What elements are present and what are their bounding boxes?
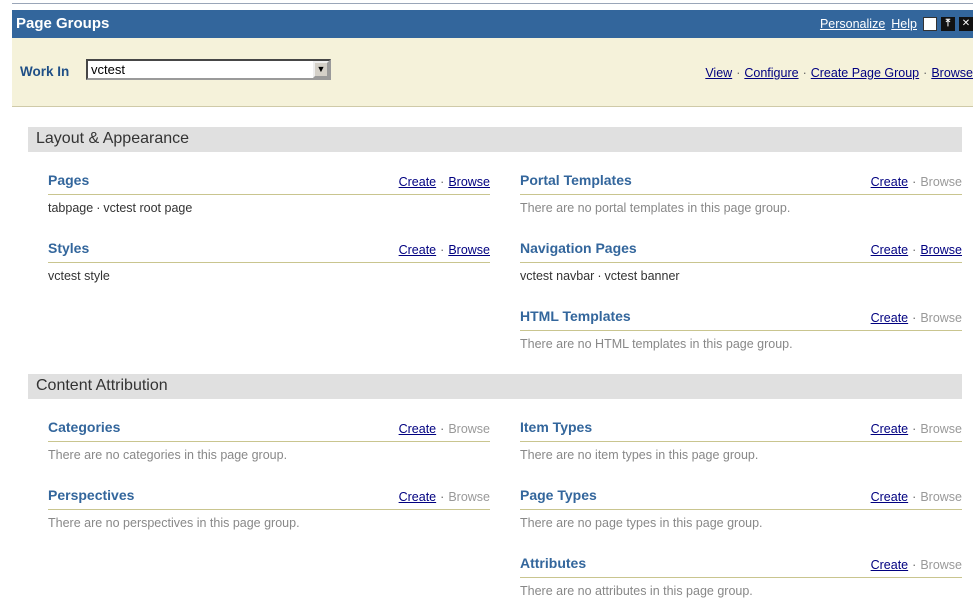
page-item[interactable]: tabpage (48, 201, 93, 215)
portlet-title-bar: Page Groups Personalize Help ⤒ ✕ (12, 10, 973, 38)
group-title: Styles (48, 240, 90, 256)
group-styles: Styles Create · Browse vctest style (48, 240, 490, 283)
section-title: Layout & Appearance (36, 130, 190, 147)
work-in-select-value: vctest (91, 62, 125, 77)
html-templates-create-link[interactable]: Create (871, 311, 909, 325)
configure-link[interactable]: Configure (744, 66, 798, 80)
navigation-pages-browse-link[interactable]: Browse (920, 243, 962, 257)
group-title: Item Types (520, 419, 593, 435)
group-pages: Pages Create · Browse tabpage · vctest root … (48, 172, 490, 215)
group-title: Categories (48, 419, 121, 435)
work-in-select[interactable]: vctest ▼ (86, 59, 331, 80)
title-bar-links: Personalize Help ⤒ ✕ (814, 15, 973, 33)
categories-create-link[interactable]: Create (399, 422, 437, 436)
group-navigation-pages: Navigation Pages Create · Browse vctest na… (520, 240, 962, 283)
group-portal-templates: Portal Templates Create · Browse There are… (520, 172, 962, 215)
portal-templates-create-link[interactable]: Create (871, 175, 909, 189)
page-item[interactable]: vctest root page (103, 201, 192, 215)
group-title: Portal Templates (520, 172, 632, 188)
group-title: HTML Templates (520, 308, 631, 324)
item-types-create-link[interactable]: Create (871, 422, 909, 436)
navigation-pages-create-link[interactable]: Create (871, 243, 909, 257)
group-page-types: Page Types Create · Browse There are no pa… (520, 487, 962, 530)
create-page-group-link[interactable]: Create Page Group (811, 66, 919, 80)
page-types-create-link[interactable]: Create (871, 490, 909, 504)
group-categories: Categories Create · Browse There are no ca… (48, 419, 490, 462)
page-group-actions: View · Configure · Create Page Group · Browse (705, 66, 973, 80)
style-item[interactable]: vctest style (48, 269, 110, 283)
group-perspectives: Perspectives Create · Browse There are no … (48, 487, 490, 530)
attributes-create-link[interactable]: Create (871, 558, 909, 572)
navigation-page-item[interactable]: vctest navbar (520, 269, 594, 283)
pages-browse-link[interactable]: Browse (448, 175, 490, 189)
group-title: Attributes (520, 555, 587, 571)
help-link[interactable]: Help (891, 17, 917, 31)
group-item-types: Item Types Create · Browse There are no it… (520, 419, 962, 462)
work-in-bar: Work In vctest ▼ View · Configure · Create P… (12, 38, 973, 107)
styles-create-link[interactable]: Create (399, 243, 437, 257)
chevron-down-icon[interactable]: ▼ (313, 61, 329, 78)
group-title: Pages (48, 172, 90, 188)
empty-message: There are no HTML templates in this page… (520, 337, 793, 351)
html-templates-browse-disabled: Browse (920, 311, 962, 325)
browse-page-groups-link[interactable]: Browse (931, 66, 973, 80)
section-content-attribution: Content Attribution (28, 374, 962, 399)
section-title: Content Attribution (36, 377, 168, 394)
section-layout-appearance: Layout & Appearance (28, 127, 962, 152)
restore-icon[interactable] (923, 17, 937, 31)
personalize-link[interactable]: Personalize (820, 17, 885, 31)
item-types-browse-disabled: Browse (920, 422, 962, 436)
close-icon[interactable]: ✕ (959, 17, 973, 31)
empty-message: There are no attributes in this page gro… (520, 584, 753, 598)
attributes-browse-disabled: Browse (920, 558, 962, 572)
empty-message: There are no item types in this page gro… (520, 448, 759, 462)
group-title: Navigation Pages (520, 240, 637, 256)
page-types-browse-disabled: Browse (920, 490, 962, 504)
empty-message: There are no page types in this page gro… (520, 516, 763, 530)
perspectives-browse-disabled: Browse (448, 490, 490, 504)
view-link[interactable]: View (705, 66, 732, 80)
categories-browse-disabled: Browse (448, 422, 490, 436)
collapse-icon[interactable]: ⤒ (941, 17, 955, 31)
perspectives-create-link[interactable]: Create (399, 490, 437, 504)
work-in-label: Work In (20, 64, 70, 79)
group-title: Page Types (520, 487, 597, 503)
styles-browse-link[interactable]: Browse (448, 243, 490, 257)
top-divider (12, 3, 973, 4)
group-attributes: Attributes Create · Browse There are no at… (520, 555, 962, 598)
navigation-page-item[interactable]: vctest banner (605, 269, 680, 283)
group-html-templates: HTML Templates Create · Browse There are n… (520, 308, 962, 351)
pages-create-link[interactable]: Create (399, 175, 437, 189)
empty-message: There are no perspectives in this page g… (48, 516, 300, 530)
group-title: Perspectives (48, 487, 135, 503)
page-title: Page Groups (16, 15, 110, 32)
empty-message: There are no categories in this page gro… (48, 448, 288, 462)
empty-message: There are no portal templates in this pa… (520, 201, 791, 215)
portal-templates-browse-disabled: Browse (920, 175, 962, 189)
